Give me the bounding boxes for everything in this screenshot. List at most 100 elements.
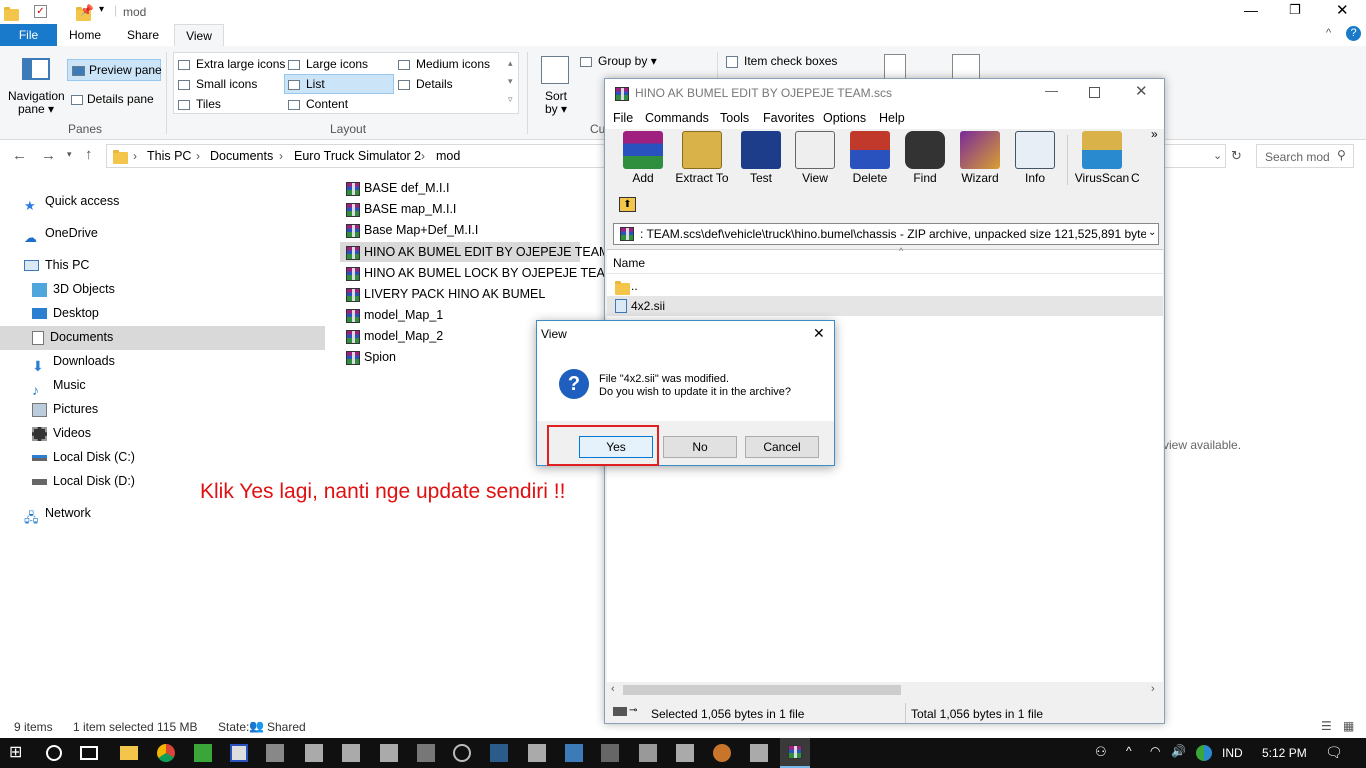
tab-home[interactable]: Home xyxy=(62,24,108,46)
list-item[interactable]: Spion xyxy=(340,347,396,367)
app-taskbar-icon[interactable] xyxy=(713,744,731,762)
toolbar-delete-button[interactable]: Delete xyxy=(842,131,898,185)
path-dropdown-icon[interactable]: ⌄ xyxy=(1146,227,1157,238)
refresh-icon[interactable]: ↻ xyxy=(1231,148,1242,164)
list-item[interactable]: Base Map+Def_M.I.I xyxy=(340,220,478,240)
table-row[interactable]: .. xyxy=(607,276,1163,296)
chevron-up-icon[interactable]: ^ xyxy=(1326,27,1331,39)
nav-documents[interactable]: Documents xyxy=(32,326,113,348)
windows-start-icon[interactable]: ⊞ xyxy=(9,744,27,762)
nav-onedrive[interactable]: ☁ OneDrive xyxy=(24,222,98,245)
search-circle-icon[interactable] xyxy=(46,745,62,761)
app-taskbar-icon[interactable] xyxy=(417,744,435,762)
file-explorer-taskbar-icon[interactable] xyxy=(120,746,138,760)
show-hidden-icons-icon[interactable]: ^ xyxy=(1126,744,1132,758)
pin-icon[interactable]: 📌 xyxy=(80,4,94,17)
truck-app-taskbar-icon[interactable] xyxy=(305,744,323,762)
app-taskbar-icon[interactable] xyxy=(565,744,583,762)
tab-share[interactable]: Share xyxy=(120,24,166,46)
menu-options[interactable]: Options xyxy=(823,111,866,125)
address-dropdown-icon[interactable]: ⌄ xyxy=(1213,149,1222,162)
up-one-level-icon[interactable]: ⬆ xyxy=(619,197,636,212)
breadcrumb-euro-truck[interactable]: Euro Truck Simulator 2 xyxy=(294,149,421,163)
nav-this-pc[interactable]: This PC xyxy=(24,254,89,276)
list-item[interactable]: LIVERY PACK HINO AK BUMEL xyxy=(340,284,545,304)
toolbar-more-button[interactable]: C xyxy=(1131,131,1153,185)
task-view-icon[interactable] xyxy=(80,746,98,760)
layout-content[interactable]: Content xyxy=(288,97,348,111)
truck-app-taskbar-icon[interactable] xyxy=(528,744,546,762)
winrar-minimize-button[interactable]: — xyxy=(1045,83,1058,98)
sort-by-button[interactable]: Sort by ▾ xyxy=(541,90,571,116)
layout-small-icons[interactable]: Small icons xyxy=(178,77,257,91)
scrollbar-thumb[interactable] xyxy=(623,685,901,695)
table-row-selected[interactable]: 4x2.sii xyxy=(607,296,1163,316)
language-indicator[interactable]: IND xyxy=(1222,746,1243,760)
list-item[interactable]: HINO AK BUMEL LOCK BY OJEPEJE TEAM xyxy=(340,263,615,283)
truck-app-taskbar-icon[interactable] xyxy=(342,744,360,762)
layout-details[interactable]: Details xyxy=(398,77,453,91)
close-button[interactable]: ✕ xyxy=(1336,1,1349,19)
app-taskbar-icon[interactable] xyxy=(453,744,471,762)
tab-view[interactable]: View xyxy=(174,24,224,46)
tab-file[interactable]: File xyxy=(0,24,57,46)
wifi-icon[interactable]: ◠ xyxy=(1150,744,1160,758)
search-icon[interactable]: ⚲ xyxy=(1337,148,1346,162)
people-icon[interactable]: ⚇ xyxy=(1095,744,1107,760)
nav-local-disk-c[interactable]: Local Disk (C:) xyxy=(32,446,135,468)
gallery-scroll-icon[interactable]: ▴ ▾ ▿ xyxy=(508,54,513,108)
menu-tools[interactable]: Tools xyxy=(720,111,749,125)
search-box[interactable]: Search mod ⚲ xyxy=(1256,144,1354,168)
layout-large-icons[interactable]: Large icons xyxy=(288,57,368,71)
breadcrumb-this-pc[interactable]: This PC xyxy=(147,149,191,163)
winrar-taskbar-button[interactable] xyxy=(780,738,810,768)
scroll-right-icon[interactable]: › xyxy=(1151,683,1155,695)
list-item[interactable]: BASE def_M.I.I xyxy=(340,178,449,198)
horizontal-scrollbar[interactable]: ‹ › xyxy=(607,682,1163,698)
customize-qat-icon[interactable]: ▾ xyxy=(99,4,104,15)
nav-3d-objects[interactable]: 3D Objects xyxy=(32,278,115,300)
layout-extra-large-icons[interactable]: Extra large icons xyxy=(178,57,285,71)
truck-app-taskbar-icon[interactable] xyxy=(676,744,694,762)
toolbar-info-button[interactable]: Info xyxy=(1007,131,1063,185)
layout-list[interactable]: List xyxy=(284,74,394,94)
menu-file[interactable]: File xyxy=(613,111,633,125)
dialog-close-button[interactable]: ✕ xyxy=(813,325,825,342)
steam-taskbar-icon[interactable] xyxy=(490,744,508,762)
nav-pictures[interactable]: Pictures xyxy=(32,398,98,420)
toolbar-extract-button[interactable]: Extract To xyxy=(673,131,731,185)
truck-app-taskbar-icon[interactable] xyxy=(639,744,657,762)
item-check-boxes-toggle[interactable]: Item check boxes xyxy=(726,54,837,68)
nav-downloads[interactable]: ⬇ Downloads xyxy=(32,350,115,374)
menu-help[interactable]: Help xyxy=(879,111,905,125)
winrar-maximize-button[interactable] xyxy=(1089,87,1100,98)
winrar-close-button[interactable]: ✕ xyxy=(1135,82,1148,100)
minimize-button[interactable]: — xyxy=(1244,2,1258,18)
back-icon[interactable]: ← xyxy=(12,147,27,164)
details-pane-button[interactable]: Details pane xyxy=(71,92,154,106)
navigation-pane-button[interactable]: Navigation pane ▾ xyxy=(8,90,65,116)
forward-icon[interactable]: → xyxy=(41,147,56,164)
layout-medium-icons[interactable]: Medium icons xyxy=(398,57,490,71)
toolbar-virusscan-button[interactable]: VirusScan xyxy=(1071,131,1133,185)
clock[interactable]: 5:12 PM xyxy=(1262,746,1307,760)
network-status-icon[interactable] xyxy=(1196,745,1212,761)
list-item[interactable]: BASE map_M.I.I xyxy=(340,199,456,219)
app-taskbar-icon[interactable] xyxy=(194,744,212,762)
no-button[interactable]: No xyxy=(663,436,737,458)
toolbar-overflow-icon[interactable]: » xyxy=(1151,127,1158,141)
chrome-taskbar-icon[interactable] xyxy=(157,744,175,762)
archive-path-field[interactable]: : TEAM.scs\def\vehicle\truck\hino.bumel\… xyxy=(613,223,1159,245)
menu-commands[interactable]: Commands xyxy=(645,111,709,125)
toolbar-wizard-button[interactable]: Wizard xyxy=(952,131,1008,185)
recent-locations-icon[interactable]: ▾ xyxy=(67,149,72,160)
toolbar-add-button[interactable]: Add xyxy=(615,131,671,185)
preview-pane-button[interactable]: Preview pane xyxy=(67,59,162,81)
nav-quick-access[interactable]: ★ Quick access xyxy=(24,190,119,213)
group-by-button[interactable]: Group by ▾ xyxy=(580,54,657,68)
nav-desktop[interactable]: Desktop xyxy=(32,302,99,324)
app-taskbar-icon[interactable] xyxy=(266,744,284,762)
truck-app-taskbar-icon[interactable] xyxy=(380,744,398,762)
column-header-name[interactable]: Name ^ xyxy=(607,246,1163,274)
app-taskbar-icon[interactable] xyxy=(230,744,248,762)
